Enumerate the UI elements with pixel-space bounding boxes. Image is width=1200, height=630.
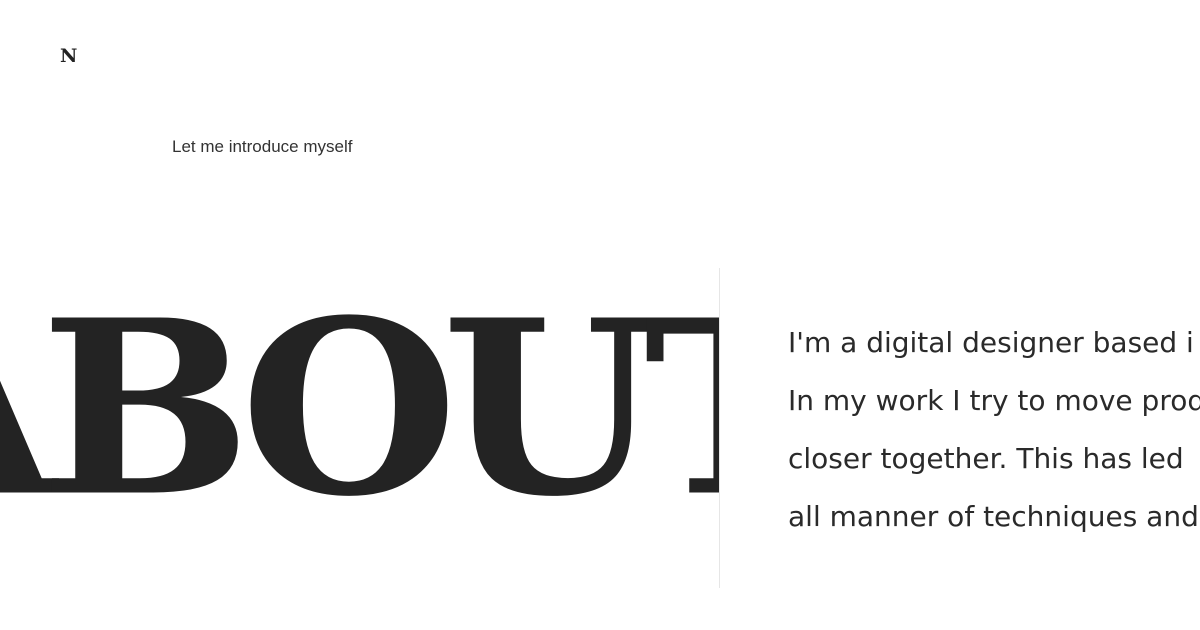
bio-paragraph: I'm a digital designer based i In my wor… — [788, 314, 1200, 546]
hero-heading: ABOUT — [0, 270, 719, 550]
bio-line: In my work I try to move prod — [788, 384, 1200, 417]
bio-line: closer together. This has led — [788, 442, 1184, 475]
bio-line: I'm a digital designer based i — [788, 326, 1194, 359]
bio-line: all manner of techniques and — [788, 500, 1199, 533]
logo[interactable]: N — [60, 44, 77, 68]
page: N Let me introduce myself ABOUT I'm a di… — [0, 0, 1200, 630]
intro-tagline: Let me introduce myself — [172, 137, 353, 156]
hero-heading-container: ABOUT — [0, 270, 719, 590]
vertical-divider — [719, 268, 720, 588]
